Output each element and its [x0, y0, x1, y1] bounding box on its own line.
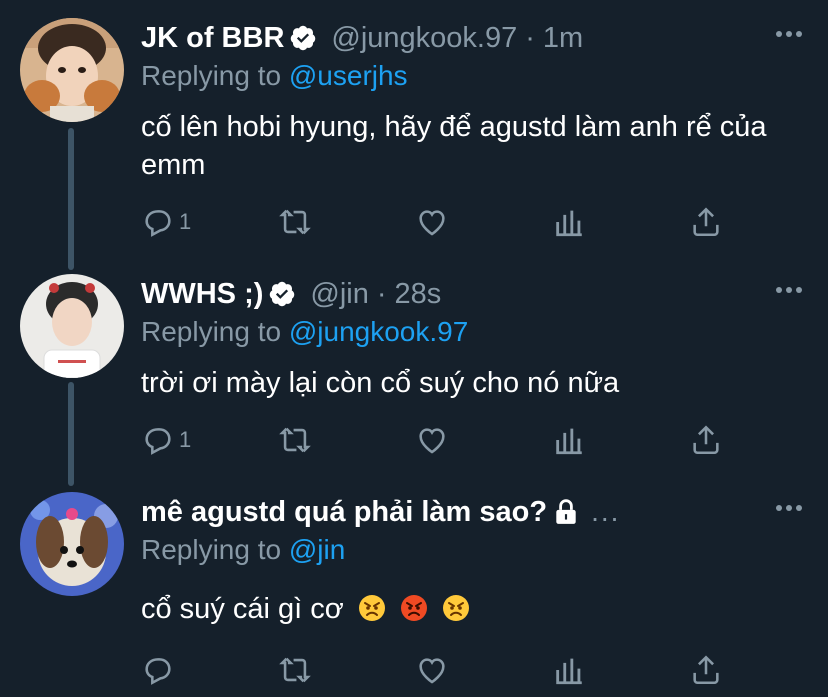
separator: ·	[525, 21, 535, 54]
share-button[interactable]	[689, 652, 723, 688]
angry-face-emoji	[358, 595, 385, 621]
avatar[interactable]	[20, 492, 124, 596]
display-name[interactable]: WWHS ;)	[141, 278, 263, 311]
mention-link[interactable]: @jungkook.97	[289, 316, 468, 347]
truncation-ellipsis: ...	[591, 496, 621, 527]
tweet[interactable]: JK of BBR @jungkook.97 · 1m Replying to …	[0, 18, 828, 258]
analytics-icon	[556, 210, 582, 237]
replying-to: Replying to @jin	[141, 534, 345, 566]
tweet-text: cổ suý cái gì cơ	[141, 593, 344, 625]
tweet-actions: 1	[141, 422, 741, 458]
like-icon	[419, 210, 445, 236]
reply-count: 1	[179, 209, 192, 234]
retweet-button[interactable]	[278, 422, 312, 458]
analytics-button[interactable]	[552, 422, 586, 458]
share-icon	[693, 655, 719, 685]
analytics-icon	[556, 658, 582, 685]
separator: ·	[376, 277, 387, 310]
verified-badge-icon	[270, 281, 295, 307]
display-name[interactable]: JK of BBR	[141, 22, 284, 55]
tweet[interactable]: WWHS ;) @jin · 28s Replying to @jungkook…	[0, 274, 828, 474]
analytics-button[interactable]	[552, 652, 586, 688]
tweet[interactable]: mê agustd quá phải làm sao? ... Replying…	[0, 492, 828, 697]
lock-icon	[556, 499, 576, 524]
display-name[interactable]: mê agustd quá phải làm sao?	[141, 496, 547, 529]
user-handle[interactable]: @jin	[310, 278, 368, 311]
like-button[interactable]	[415, 652, 449, 688]
share-button[interactable]	[689, 204, 723, 240]
avatar[interactable]	[20, 274, 124, 378]
mention-link[interactable]: @jin	[289, 534, 345, 565]
retweet-icon	[279, 657, 311, 683]
share-icon	[693, 207, 719, 237]
tweet-text: trời ơi mày lại còn cổ suý cho nó nữa	[141, 367, 620, 399]
tweet-actions: 1	[141, 204, 741, 240]
share-button[interactable]	[689, 422, 723, 458]
tweet-text: cố lên hobi hyung, hãy để agustd làm anh…	[141, 111, 767, 181]
retweet-button[interactable]	[278, 204, 312, 240]
reply-icon	[145, 658, 171, 685]
like-button[interactable]	[415, 204, 449, 240]
replying-label: Replying to	[141, 60, 282, 91]
more-icon[interactable]	[776, 30, 802, 38]
replying-to: Replying to @userjhs	[141, 60, 408, 92]
reply-count: 1	[179, 427, 192, 452]
reply-icon	[145, 428, 171, 455]
retweet-icon	[279, 209, 311, 235]
replying-to: Replying to @jungkook.97	[141, 316, 468, 348]
share-icon	[693, 425, 719, 455]
avatar[interactable]	[20, 18, 124, 122]
angry-face-emoji	[442, 595, 469, 621]
like-button[interactable]	[415, 422, 449, 458]
timestamp[interactable]: 28s	[395, 278, 442, 311]
replying-label: Replying to	[141, 316, 282, 347]
mention-link[interactable]: @userjhs	[289, 60, 408, 91]
like-icon	[419, 428, 445, 454]
reply-button[interactable]	[141, 652, 175, 688]
reply-button[interactable]: 1	[141, 204, 191, 240]
more-icon[interactable]	[776, 504, 802, 512]
more-icon[interactable]	[776, 286, 802, 294]
reply-icon	[145, 210, 171, 237]
tweet-actions	[141, 652, 741, 688]
angry-face-emoji	[400, 595, 427, 621]
retweet-button[interactable]	[278, 652, 312, 688]
timestamp[interactable]: 1m	[543, 22, 583, 55]
verified-badge-icon	[291, 25, 316, 51]
replying-label: Replying to	[141, 534, 282, 565]
analytics-icon	[556, 428, 582, 455]
retweet-icon	[279, 427, 311, 453]
reply-button[interactable]: 1	[141, 422, 191, 458]
tweet-text-container: cổ suý cái gì cơ	[141, 590, 801, 628]
like-icon	[419, 658, 445, 684]
user-handle[interactable]: @jungkook.97	[331, 22, 517, 55]
analytics-button[interactable]	[552, 204, 586, 240]
